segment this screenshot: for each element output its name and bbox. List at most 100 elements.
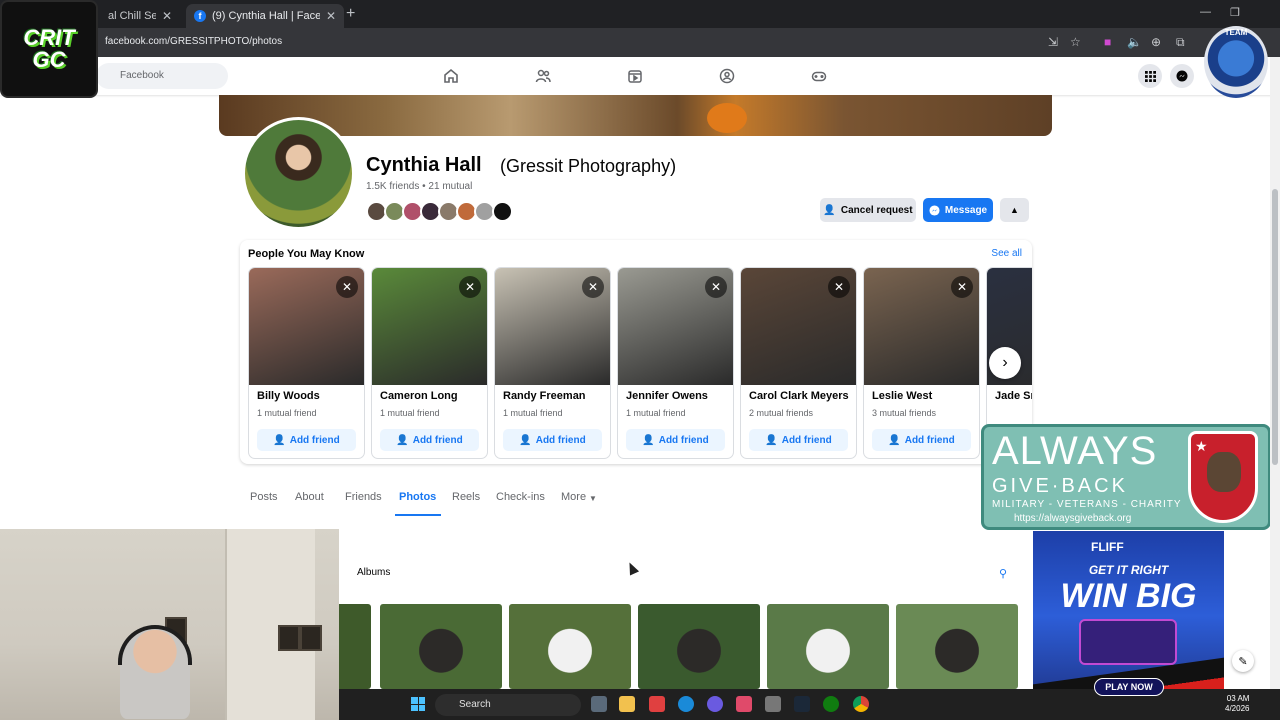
pymk-name[interactable]: Leslie West [872,390,932,402]
close-icon[interactable]: ✕ [336,276,358,298]
install-app-icon[interactable]: ⇲ [1048,35,1058,49]
crit-gc-logo: CRIT GC [0,0,98,98]
friends-icon[interactable] [534,67,552,85]
pymk-mutual-friends: 1 mutual friend [257,408,317,418]
pymk-name[interactable]: Randy Freeman [503,390,586,402]
close-tab-icon[interactable]: ✕ [326,9,336,23]
team-globe-logo: TEAM [1204,26,1268,98]
maps-icon[interactable] [736,696,752,712]
steam-icon[interactable] [794,696,810,712]
pymk-card[interactable]: ✕ Carol Clark Meyers 2 mutual friends 👤 Add … [740,267,857,459]
add-friend-label: Add friend [412,434,463,446]
photo-thumbnail[interactable] [896,604,1018,689]
close-icon[interactable]: ✕ [582,276,604,298]
translate-icon[interactable]: ⊕ [1151,35,1161,49]
tab-posts[interactable]: Posts [250,491,278,503]
pymk-card[interactable]: ✕ Billy Woods 1 mutual friend 👤 Add friend [248,267,365,459]
task-view-icon[interactable] [591,696,607,712]
selected-tab-indicator [395,514,441,516]
extensions-puzzle-icon[interactable]: ⧉ [1176,35,1185,50]
add-friend-button[interactable]: 👤 Add friend [257,429,356,451]
pymk-name[interactable]: Carol Clark Meyers [749,390,849,402]
maximize-icon[interactable]: ❐ [1230,6,1240,19]
pymk-name[interactable]: Jennifer Owens [626,390,708,402]
cancel-request-button[interactable]: 👤 Cancel request [820,198,916,222]
url-field[interactable]: facebook.com/GRESSITPHOTO/photos [105,36,282,47]
mutual-friend-avatars[interactable] [366,201,513,222]
photo-thumbnail[interactable] [638,604,760,689]
tab-photos[interactable]: Photos [399,491,436,503]
pymk-card[interactable]: ✕ Randy Freeman 1 mutual friend 👤 Add friend [494,267,611,459]
see-all-link[interactable]: See all [991,248,1022,259]
speaker-icon[interactable]: 🔈 [1127,35,1142,49]
scrollbar-thumb[interactable] [1272,189,1278,465]
pymk-card[interactable]: ✕ Cameron Long 1 mutual friend 👤 Add friend [371,267,488,459]
compose-icon[interactable]: ✎ [1232,650,1254,672]
messenger-icon[interactable] [1170,64,1194,88]
home-icon[interactable] [442,67,460,85]
tab-more[interactable]: More [561,491,586,503]
pymk-name[interactable]: Billy Woods [257,390,320,402]
page-scrollbar[interactable] [1270,57,1280,689]
close-icon[interactable]: ✕ [705,276,727,298]
extension-icon[interactable]: ■ [1104,35,1111,49]
star-icon: ★ [1195,438,1208,454]
app-icon[interactable] [649,696,665,712]
menu-grid-icon[interactable] [1138,64,1162,88]
photo-thumbnail[interactable] [509,604,631,689]
gaming-icon[interactable] [810,67,828,85]
people-you-may-know: People You May Know See all ✕ Billy Woods… [240,240,1032,464]
add-friend-button[interactable]: 👤 Add friend [626,429,725,451]
close-icon[interactable]: ✕ [951,276,973,298]
file-explorer-icon[interactable] [619,696,635,712]
more-options-button[interactable]: ▲ [1000,198,1029,222]
pymk-name[interactable]: Jade Sr [995,390,1032,402]
windows-start-icon[interactable] [411,697,425,711]
close-tab-icon[interactable]: ✕ [162,9,172,23]
video-icon[interactable] [626,67,644,85]
message-button[interactable]: Message [923,198,993,222]
agb-title: ALWAYS [992,429,1158,473]
tab-friends[interactable]: Friends [345,491,382,503]
discord-icon[interactable] [707,696,723,712]
mutual-friend-avatar[interactable] [492,201,513,222]
pymk-card[interactable]: ✕ Jennifer Owens 1 mutual friend 👤 Add frien… [617,267,734,459]
photo-thumbnail[interactable] [380,604,502,689]
chrome-icon[interactable] [853,696,869,712]
agb-tagline: MILITARY - VETERANS - CHARITY [992,499,1182,510]
settings-gear-icon[interactable] [765,696,781,712]
xbox-icon[interactable] [823,696,839,712]
add-friend-button[interactable]: 👤 Add friend [749,429,848,451]
albums-tab[interactable]: Albums [357,567,390,578]
taskbar-search[interactable]: Search [435,694,581,716]
search-icon[interactable]: ⚲ [999,567,1007,580]
add-friend-button[interactable]: 👤 Add friend [380,429,479,451]
photo-thumbnail[interactable] [767,604,889,689]
add-friend-button[interactable]: 👤 Add friend [872,429,971,451]
facebook-header: Facebook [0,57,1280,95]
new-tab-icon[interactable]: + [346,5,355,23]
tab-check-ins[interactable]: Check-ins [496,491,545,503]
tab-about[interactable]: About [295,491,324,503]
add-friend-button[interactable]: 👤 Add friend [503,429,602,451]
close-icon[interactable]: ✕ [828,276,850,298]
facebook-search-input[interactable]: Facebook [96,63,228,89]
profile-avatar[interactable] [242,117,355,230]
profile-friend-count[interactable]: 1.5K friends • 21 mutual [366,181,472,192]
add-friend-label: Add friend [289,434,340,446]
browser-tab-active[interactable]: f (9) Cynthia Hall | Facebook ✕ [186,4,344,28]
browser-tab-inactive[interactable]: al Chill Sessio ✕ [100,4,180,28]
edge-icon[interactable] [678,696,694,712]
pymk-name[interactable]: Cameron Long [380,390,458,402]
pymk-card[interactable]: ✕ Leslie West 3 mutual friends 👤 Add friend [863,267,980,459]
minimize-icon[interactable]: — [1200,6,1211,18]
bookmark-star-icon[interactable]: ☆ [1070,35,1081,49]
cover-photo[interactable] [219,95,1052,136]
tab-reels[interactable]: Reels [452,491,480,503]
groups-icon[interactable] [718,67,736,85]
agb-subtitle: GIVE·BACK [992,475,1128,497]
chevron-right-icon[interactable]: › [989,347,1021,379]
taskbar-clock[interactable]: 03 AM 4/2026 [1225,694,1249,714]
close-icon[interactable]: ✕ [459,276,481,298]
person-cancel-icon: 👤 [823,204,836,216]
